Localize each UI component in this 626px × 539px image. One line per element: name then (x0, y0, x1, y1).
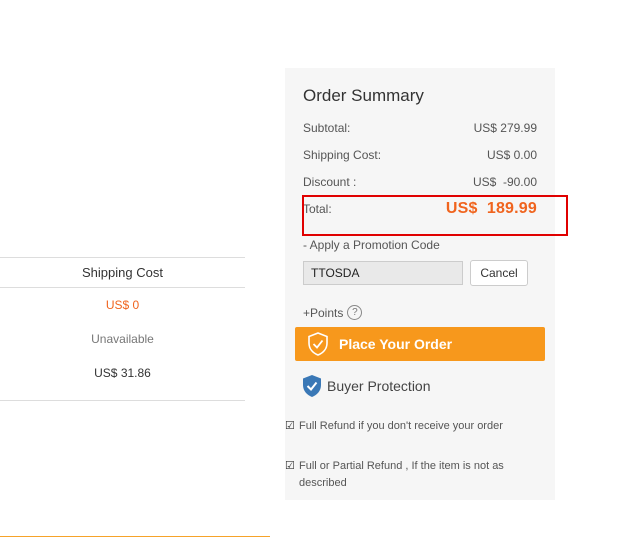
shipping-cost-value: US$ 0.00 (486, 148, 537, 162)
shipping-cost-cell: US$ 31.86 (94, 366, 151, 380)
place-order-label: Place Your Order (339, 336, 453, 352)
discount-row: Discount : US$ -90.00 (303, 175, 537, 189)
protection-item: ☑ Full or Partial Refund , If the item i… (285, 458, 515, 492)
question-circle-icon[interactable]: ? (347, 305, 363, 320)
discount-value: US$ -90.00 (472, 175, 537, 189)
order-summary-title: Order Summary (303, 86, 424, 105)
shipping-cost-row: Shipping Cost: US$ 0.00 (303, 148, 537, 162)
protection-item-text: Full Refund if you don't receive your or… (299, 420, 503, 432)
shipping-cost-cell: US$ 0 (105, 298, 140, 312)
section-divider (0, 536, 270, 537)
points-label: +Points (303, 305, 344, 320)
shield-check-icon (303, 375, 321, 397)
protection-item-text: Full or Partial Refund , If the item is … (299, 460, 504, 489)
place-order-button[interactable]: Place Your Order (295, 327, 545, 361)
shield-check-icon (308, 332, 328, 356)
buyer-protection-title: Buyer Protection (327, 378, 431, 394)
order-summary-panel: Order Summary Subtotal: US$ 279.99 Shipp… (285, 68, 555, 500)
subtotal-row: Subtotal: US$ 279.99 (303, 121, 537, 135)
shipping-cost-cell: Unavailable (91, 332, 154, 346)
subtotal-label: Subtotal: (303, 121, 351, 135)
points-option[interactable]: +Points ? (303, 305, 363, 320)
promo-code-input[interactable] (303, 261, 463, 285)
shipping-cost-header: Shipping Cost (0, 257, 245, 288)
shipping-cost-table: Shipping Cost US$ 0 Unavailable US$ 31.8… (0, 257, 245, 401)
protection-item: ☑ Full Refund if you don't receive your … (285, 418, 515, 435)
total-highlight-box (302, 195, 568, 236)
table-divider (0, 400, 245, 401)
checkbox-checked-icon: ☑ (285, 420, 295, 432)
cancel-promo-button[interactable]: Cancel (470, 260, 528, 286)
subtotal-value: US$ 279.99 (473, 121, 537, 135)
checkbox-checked-icon: ☑ (285, 460, 295, 472)
buyer-protection-heading: Buyer Protection (301, 374, 431, 398)
discount-label: Discount : (303, 175, 357, 189)
promo-code-label: - Apply a Promotion Code (303, 238, 440, 252)
shipping-cost-label: Shipping Cost: (303, 148, 382, 162)
